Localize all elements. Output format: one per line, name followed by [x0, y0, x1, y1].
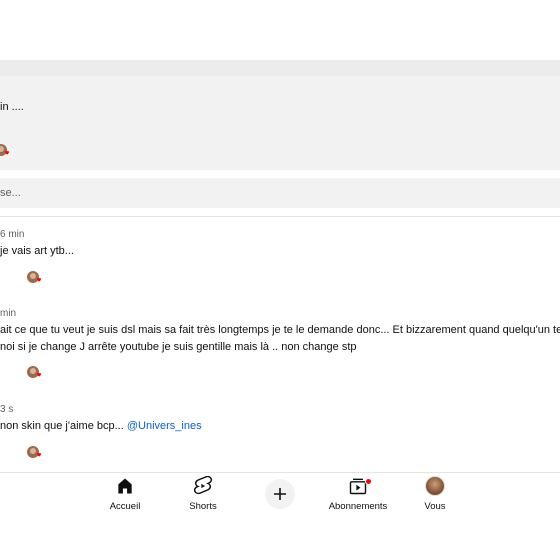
nav-label: Abonnements: [328, 501, 388, 512]
plus-icon: [274, 488, 286, 500]
comment-text-content: non skin que j'aime bcp...: [0, 420, 127, 432]
reply-input[interactable]: se...: [0, 178, 560, 208]
comment-text: je vais art ytb...: [0, 245, 74, 257]
comment-timestamp: min: [0, 308, 17, 319]
comment-timestamp: 3 s: [0, 404, 14, 415]
panel-top-strip: [0, 60, 560, 76]
notification-dot: [365, 478, 372, 485]
bottom-navigation: Accueil Shorts Abonnements Vous: [0, 472, 560, 560]
create-button[interactable]: [265, 479, 295, 509]
profile-avatar-icon: [425, 476, 445, 496]
comment-text-line-2: noi si je change J arrête youtube je sui…: [0, 341, 357, 353]
creator-heart-icon[interactable]: [26, 445, 42, 461]
nav-item-shorts[interactable]: Shorts: [168, 475, 238, 512]
divider: [0, 216, 560, 217]
nav-item-you[interactable]: Vous: [400, 475, 470, 512]
nav-item-home[interactable]: Accueil: [90, 475, 160, 512]
mention-link[interactable]: @Univers_ines: [127, 420, 202, 432]
nav-label: Shorts: [189, 501, 217, 512]
comment-text-line-1: ait ce que tu veut je suis dsl mais sa f…: [0, 324, 560, 336]
nav-label: Vous: [424, 501, 446, 512]
creator-heart-icon[interactable]: [26, 270, 42, 286]
creator-heart-icon[interactable]: [26, 365, 42, 381]
comment-text: non skin que j'aime bcp... @Univers_ines: [0, 420, 202, 432]
nav-label: Accueil: [109, 501, 141, 512]
highlighted-comment-text: in ....: [0, 101, 24, 113]
nav-item-subscriptions[interactable]: Abonnements: [323, 475, 393, 512]
home-icon: [118, 478, 132, 494]
creator-heart-icon[interactable]: [0, 143, 10, 159]
comment-timestamp: 6 min: [0, 229, 25, 240]
shorts-icon: [193, 476, 213, 495]
reply-input-placeholder: se...: [0, 187, 21, 199]
highlighted-comment: in ....: [0, 60, 560, 170]
